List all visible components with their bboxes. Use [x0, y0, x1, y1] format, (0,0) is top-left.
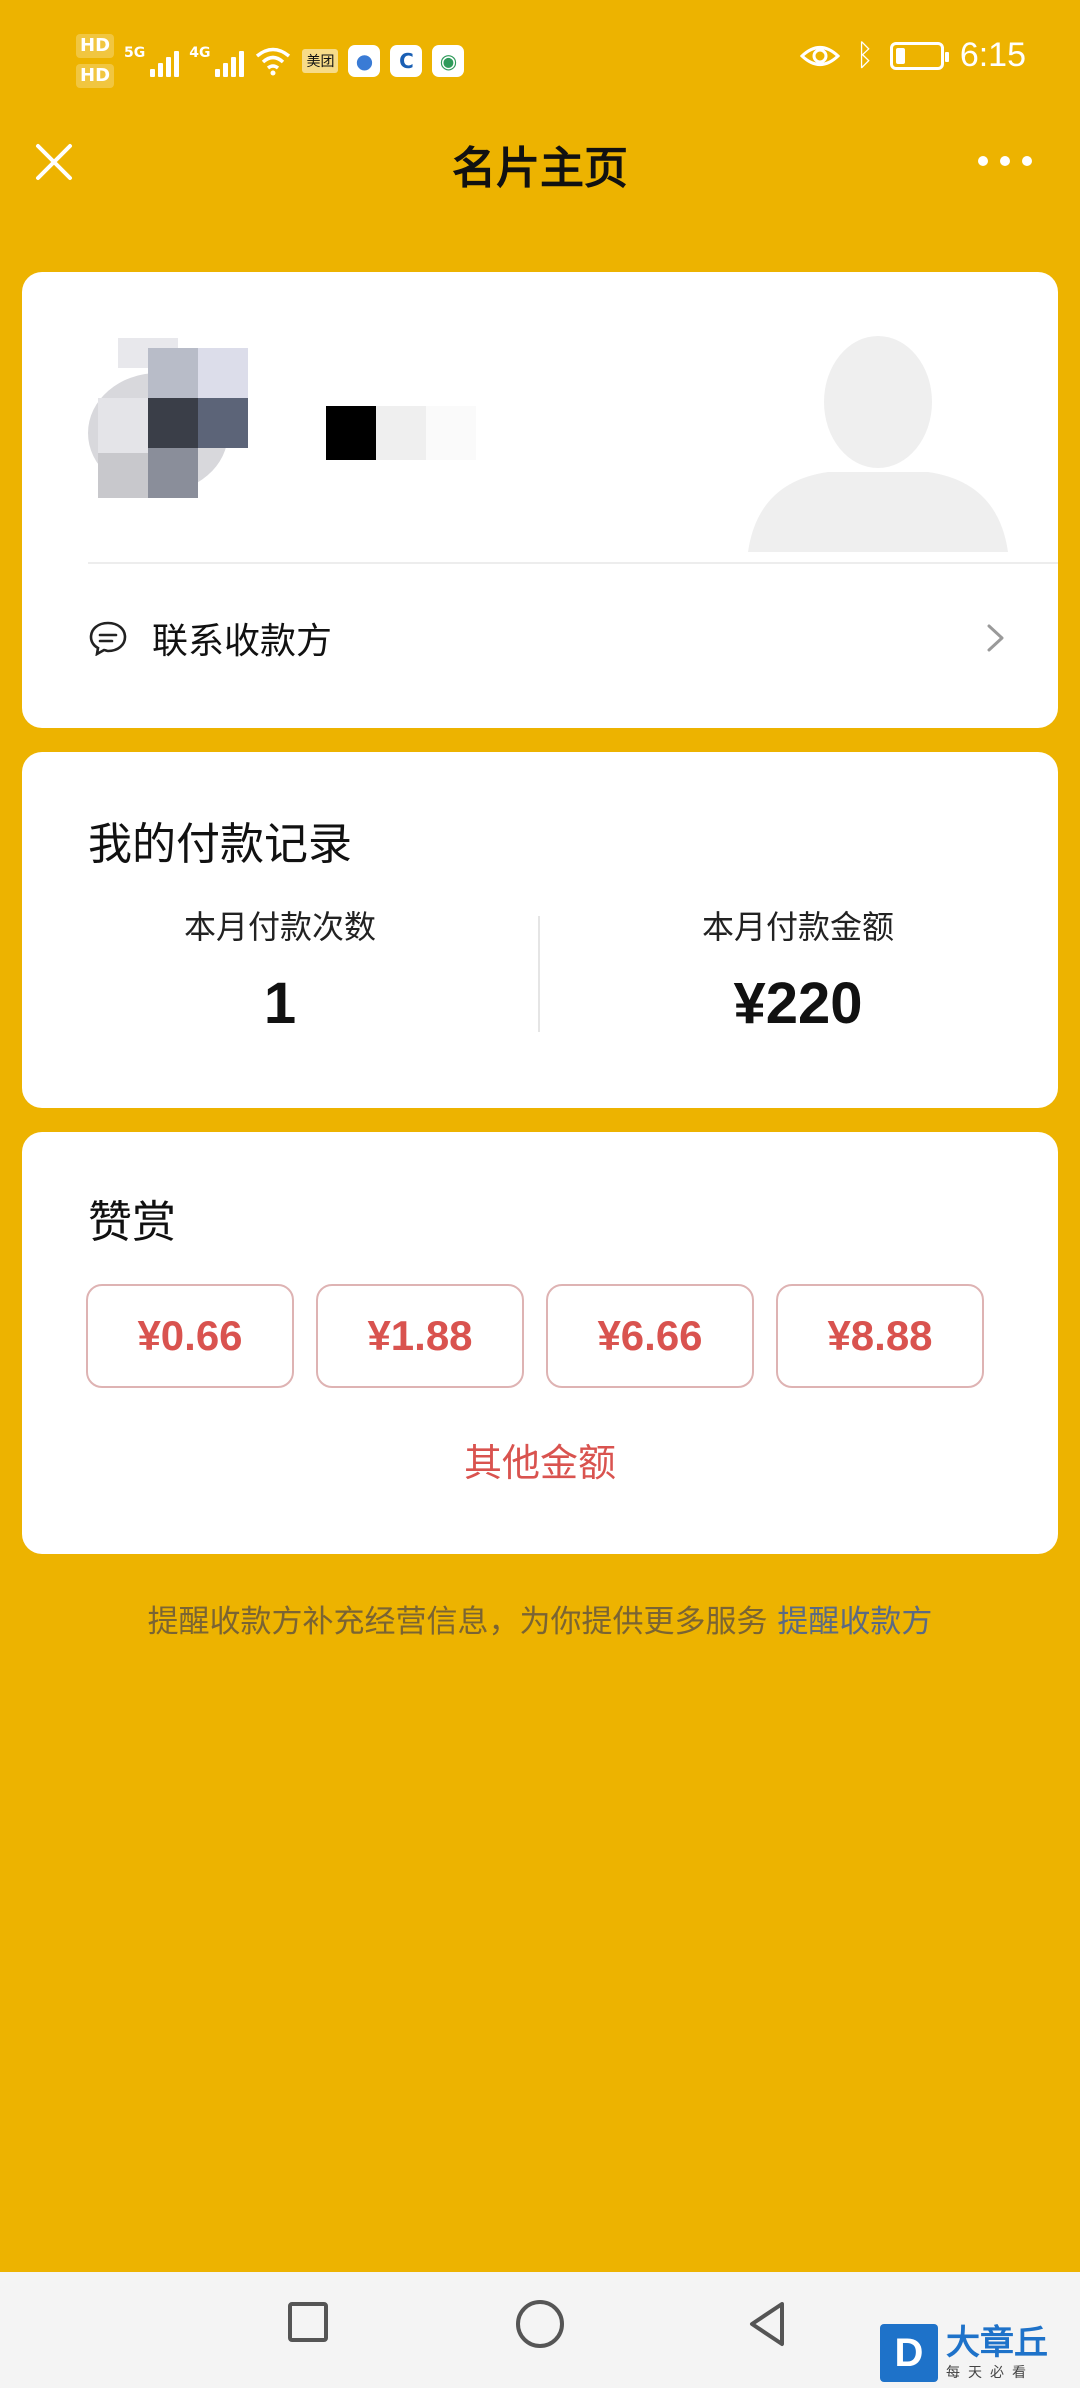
- meituan-app-icon: 美团: [302, 49, 339, 73]
- app-icon-green: ◉: [432, 45, 465, 77]
- monthly-count-value: 1: [263, 971, 297, 1036]
- chat-icon: [89, 621, 127, 656]
- monthly-amount-value: ¥220: [733, 971, 863, 1036]
- watermark-title: 大章丘: [946, 2323, 1048, 2363]
- avatar[interactable]: [88, 338, 278, 508]
- hd2-badge: HD: [76, 64, 115, 88]
- signal-icon: 5G: [124, 45, 180, 77]
- contact-payee-label: 联系收款方: [152, 621, 333, 662]
- tip-amount-button[interactable]: ¥8.88: [776, 1284, 984, 1388]
- signal-icon-2: 4G: [189, 45, 245, 77]
- profile-divider: [88, 562, 1058, 564]
- back-icon[interactable]: [744, 2298, 790, 2350]
- app-icon-blue-circle: ●: [348, 45, 381, 77]
- payment-records-card: 我的付款记录 本月付款次数 1 本月付款金额 ¥220: [22, 752, 1058, 1108]
- tip-amount-button[interactable]: ¥6.66: [546, 1284, 754, 1388]
- monthly-count-label: 本月付款次数: [183, 908, 376, 946]
- home-icon[interactable]: [516, 2300, 564, 2348]
- battery-icon: [889, 41, 949, 70]
- monthly-amount-label: 本月付款金额: [701, 908, 894, 946]
- hd1-badge: HD: [76, 34, 115, 58]
- status-left: HD HD 5G 4G 美团 ● C ◉: [76, 34, 465, 88]
- watermark-text: 大章丘 每天必看: [946, 2324, 1048, 2382]
- tip-amount-options: ¥0.66 ¥1.88 ¥6.66 ¥8.88: [86, 1284, 984, 1388]
- tip-title: 赞赏: [88, 1197, 176, 1248]
- status-right: ᛒ 6:15: [799, 36, 1026, 75]
- recent-apps-icon[interactable]: [288, 2302, 328, 2342]
- tip-card: 赞赏 ¥0.66 ¥1.88 ¥6.66 ¥8.88 其他金额: [22, 1132, 1058, 1554]
- other-amount-link[interactable]: 其他金额: [22, 1432, 1058, 1487]
- hd-indicators: HD HD: [76, 34, 115, 88]
- watermark: D 大章丘 每天必看: [880, 2318, 1080, 2388]
- profile-silhouette-icon: [748, 336, 1008, 552]
- app-icon-bank: C: [390, 45, 423, 77]
- watermark-logo: D: [880, 2324, 938, 2382]
- wifi-icon: [256, 47, 291, 76]
- network-4g-label: 4G: [189, 45, 211, 61]
- tip-amount-button[interactable]: ¥0.66: [86, 1284, 294, 1388]
- chevron-right-icon: [987, 624, 1004, 652]
- eye-icon: [799, 45, 840, 66]
- footer-note-text: 提醒收款方补充经营信息，为你提供更多服务: [147, 1604, 768, 1640]
- remind-payee-link[interactable]: 提醒收款方: [777, 1604, 932, 1640]
- nav-bar: 名片主页: [0, 120, 1080, 210]
- page-title: 名片主页: [452, 143, 628, 194]
- monthly-amount-stat: 本月付款金额 ¥220: [540, 902, 1056, 1037]
- status-bar: HD HD 5G 4G 美团 ● C ◉ ᛒ 6:15: [0, 0, 1080, 130]
- contact-payee-row[interactable]: 联系收款方: [88, 602, 1008, 674]
- battery-level: [895, 47, 906, 64]
- profile-card: 联系收款方: [22, 272, 1058, 728]
- bluetooth-icon: ᛒ: [855, 38, 874, 73]
- clock: 6:15: [959, 36, 1026, 74]
- footer-note: 提醒收款方补充经营信息，为你提供更多服务 提醒收款方: [0, 1596, 1080, 1641]
- network-5g-label: 5G: [124, 45, 146, 61]
- payment-records-title: 我的付款记录: [88, 819, 352, 870]
- watermark-subtitle: 每天必看: [946, 2365, 1034, 2381]
- tip-amount-button[interactable]: ¥1.88: [316, 1284, 524, 1388]
- monthly-count-stat: 本月付款次数 1: [22, 902, 538, 1037]
- more-options-icon[interactable]: [978, 156, 1032, 166]
- username-mosaic: [326, 406, 476, 460]
